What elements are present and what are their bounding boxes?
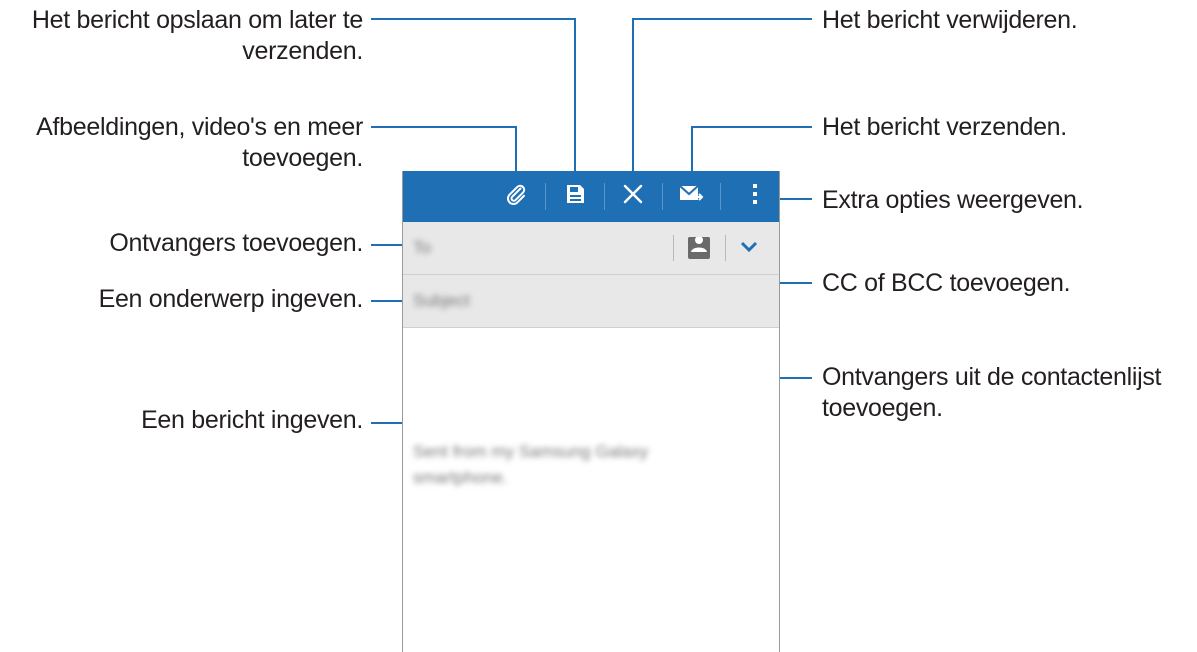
close-icon	[622, 183, 644, 210]
action-separator	[545, 183, 546, 210]
callout-attach: Afbeeldingen, video's en meer toevoegen.	[36, 112, 363, 174]
callout-contacts: Ontvangers uit de contactenlijst toevoeg…	[822, 362, 1162, 424]
callout-ccbcc: CC of BCC toevoegen.	[822, 269, 1071, 297]
more-vert-icon	[751, 182, 759, 211]
action-separator	[662, 183, 663, 210]
callout-subject: Een onderwerp ingeven.	[98, 285, 364, 313]
callout-attach-line1: Afbeeldingen, video's en meer	[36, 113, 363, 141]
field-separator	[673, 235, 674, 261]
attach-button[interactable]	[494, 171, 538, 222]
send-button[interactable]	[669, 171, 713, 222]
action-separator	[720, 183, 721, 210]
leader-send-h	[691, 126, 812, 128]
callout-delete: Het bericht verwijderen.	[822, 6, 1078, 34]
contact-icon	[688, 237, 710, 259]
leader-attach-h	[371, 126, 517, 128]
callout-send: Het bericht verzenden.	[822, 113, 1067, 141]
action-bar	[403, 171, 779, 222]
send-mail-icon	[678, 183, 704, 210]
to-field[interactable]: To	[403, 222, 779, 275]
subject-field[interactable]: Subject	[403, 275, 779, 328]
callout-more: Extra opties weergeven.	[822, 186, 1084, 214]
leader-delete-v	[632, 18, 634, 180]
callout-recipients: Ontvangers toevoegen.	[109, 229, 363, 257]
chevron-down-icon	[740, 240, 758, 258]
message-body[interactable]: Sent from my Samsung Galaxy smartphone.	[403, 329, 779, 652]
callout-save: Het bericht opslaan om later te verzende…	[32, 5, 363, 67]
field-separator	[725, 235, 726, 261]
more-options-button[interactable]	[735, 171, 775, 222]
leader-delete-h	[632, 18, 812, 20]
callout-contacts-line2: toevoegen.	[822, 394, 943, 422]
contacts-button[interactable]	[688, 237, 710, 259]
signature-line2: smartphone.	[413, 468, 508, 487]
delete-button[interactable]	[611, 171, 655, 222]
compose-screen: To Subject Sent from my Samsung Galaxy s…	[402, 171, 780, 652]
expand-cc-bcc-button[interactable]	[736, 236, 762, 262]
callout-contacts-line1: Ontvangers uit de contactenlijst	[822, 363, 1162, 391]
save-button[interactable]	[553, 171, 597, 222]
to-placeholder: To	[413, 238, 431, 257]
action-separator	[604, 183, 605, 210]
callout-save-line2: verzenden.	[242, 37, 363, 65]
subject-placeholder: Subject	[413, 291, 470, 310]
callout-save-line1: Het bericht opslaan om later te	[31, 6, 363, 34]
leader-save-v	[574, 18, 576, 180]
signature-line1: Sent from my Samsung Galaxy	[413, 442, 649, 461]
callout-attach-line2: toevoegen.	[242, 144, 363, 172]
leader-save-h	[371, 18, 576, 20]
paperclip-icon	[504, 182, 528, 211]
save-icon	[564, 183, 586, 210]
callout-message: Een bericht ingeven.	[141, 406, 363, 434]
